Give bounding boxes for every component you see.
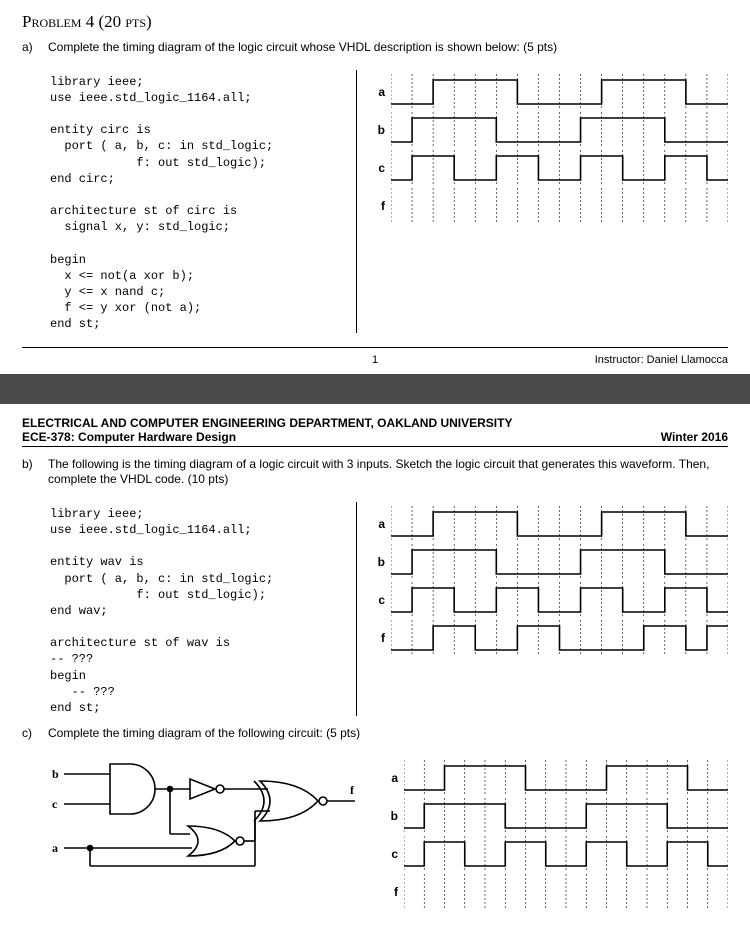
part-a-text: Complete the timing diagram of the logic… — [48, 40, 557, 56]
part-c-text: Complete the timing diagram of the follo… — [48, 726, 360, 742]
page-gap — [0, 374, 750, 404]
vhdl-code-a: library ieee; use ieee.std_logic_1164.al… — [50, 74, 350, 333]
page-number: 1 — [372, 354, 378, 366]
timing-diagram-a: a b c f — [369, 74, 728, 224]
part-a-content: library ieee; use ieee.std_logic_1164.al… — [50, 70, 728, 333]
wave-c-b: b — [382, 798, 728, 834]
page-2-header: ELECTRICAL AND COMPUTER ENGINEERING DEPA… — [22, 416, 728, 447]
part-b-content: library ieee; use ieee.std_logic_1164.al… — [50, 502, 728, 716]
code-a-col: library ieee; use ieee.std_logic_1164.al… — [50, 70, 357, 333]
page-1: Problem 4 (20 pts) a) Complete the timin… — [0, 0, 750, 374]
page-2: ELECTRICAL AND COMPUTER ENGINEERING DEPA… — [0, 404, 750, 918]
input-c-label: c — [52, 797, 58, 811]
page-1-footer: 1 Instructor: Daniel Llamocca — [22, 347, 728, 366]
timing-c-col: a b c f — [382, 756, 728, 910]
wave-b-f: f — [369, 620, 728, 656]
part-c-label: c) — [22, 726, 42, 750]
problem-title: Problem 4 (20 pts) — [22, 12, 728, 32]
code-b-col: library ieee; use ieee.std_logic_1164.al… — [50, 502, 357, 716]
dept-name: ELECTRICAL AND COMPUTER ENGINEERING DEPA… — [22, 416, 512, 430]
wave-c-f: f — [382, 874, 728, 910]
timing-diagram-b: a b c f — [369, 506, 728, 656]
wave-c-c: c — [382, 836, 728, 872]
input-b-label: b — [52, 767, 59, 781]
wave-a-f: f — [369, 188, 728, 224]
wave-b-a: a — [369, 506, 728, 542]
timing-a-col: a b c f — [369, 70, 728, 333]
part-c-row: c) Complete the timing diagram of the fo… — [22, 726, 728, 750]
instructor-name: Instructor: Daniel Llamocca — [595, 354, 728, 366]
timing-b-col: a b c f — [369, 502, 728, 716]
wave-a-c: c — [369, 150, 728, 186]
wave-b-c: c — [369, 582, 728, 618]
input-a-label: a — [52, 841, 58, 855]
logic-circuit-diagram: b c a — [50, 756, 370, 886]
part-b-text: The following is the timing diagram of a… — [48, 457, 728, 488]
term: Winter 2016 — [661, 430, 728, 444]
part-a-label: a) — [22, 40, 42, 64]
wave-a-b: b — [369, 112, 728, 148]
xnor-gate-icon — [260, 781, 318, 821]
not-gate-icon — [190, 779, 215, 799]
wave-a-a: a — [369, 74, 728, 110]
part-c-content: b c a — [50, 756, 728, 910]
output-f-label: f — [350, 783, 355, 797]
vhdl-code-b: library ieee; use ieee.std_logic_1164.al… — [50, 506, 350, 716]
part-b-label: b) — [22, 457, 42, 496]
nor-gate-icon — [188, 826, 235, 856]
wave-b-b: b — [369, 544, 728, 580]
course-name: ECE-378: Computer Hardware Design — [22, 430, 512, 444]
timing-diagram-c: a b c f — [382, 760, 728, 910]
part-b-row: b) The following is the timing diagram o… — [22, 457, 728, 496]
part-a-row: a) Complete the timing diagram of the lo… — [22, 40, 728, 64]
and-gate-icon — [110, 764, 155, 814]
wave-c-a: a — [382, 760, 728, 796]
